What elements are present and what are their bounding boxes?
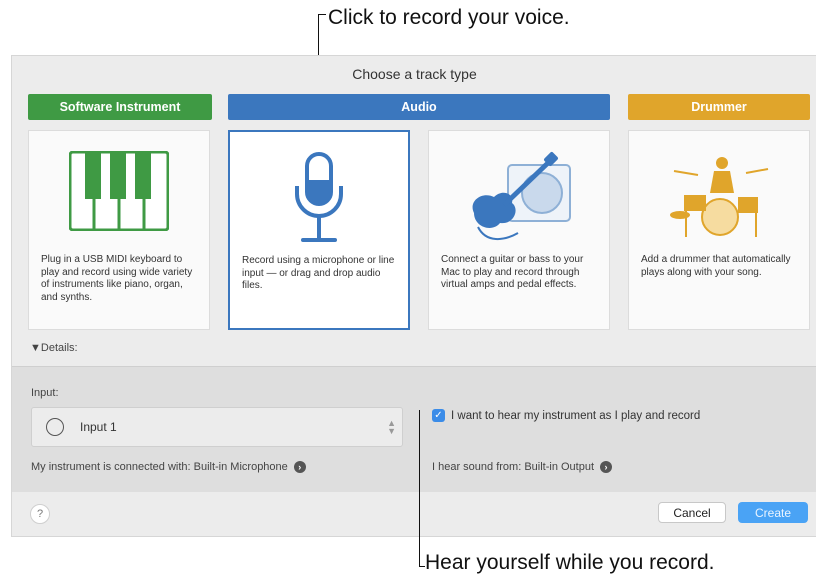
- card-description: Connect a guitar or bass to your Mac to …: [441, 254, 584, 290]
- details-disclosure[interactable]: ▼Details:: [30, 342, 78, 354]
- card-description: Plug in a USB MIDI keyboard to play and …: [41, 254, 193, 303]
- guitar-icon: [429, 151, 609, 251]
- callout-bottom-leader: [419, 410, 420, 566]
- input-label: Input:: [31, 387, 59, 399]
- hear-sound-row: I hear sound from: Built-in Output ›: [432, 461, 613, 473]
- category-software-instrument[interactable]: Software Instrument: [28, 94, 212, 120]
- callout-hear-yourself: Hear yourself while you record.: [425, 551, 715, 574]
- connected-with-row: My instrument is connected with: Built-i…: [31, 461, 306, 473]
- dialog-footer: ? Cancel Create: [12, 491, 816, 536]
- callout-record-voice: Click to record your voice.: [328, 6, 570, 29]
- help-button[interactable]: ?: [30, 504, 50, 524]
- new-track-dialog: Choose a track type Software Instrument …: [11, 55, 816, 537]
- hear-sound-text: I hear sound from: Built-in Output: [432, 461, 595, 473]
- category-drummer[interactable]: Drummer: [628, 94, 810, 120]
- piano-keyboard-icon: [29, 151, 209, 251]
- microphone-icon: [230, 152, 408, 252]
- card-microphone[interactable]: Record using a microphone or line input …: [228, 130, 410, 330]
- card-description: Record using a microphone or line input …: [242, 255, 395, 291]
- card-software-instrument[interactable]: Plug in a USB MIDI keyboard to play and …: [28, 130, 210, 330]
- card-drummer[interactable]: Add a drummer that automatically plays a…: [628, 130, 810, 330]
- arrow-right-icon[interactable]: ›: [293, 461, 306, 473]
- input-port-icon: [46, 418, 64, 436]
- callout-top-cap: [318, 14, 326, 15]
- input-value: Input 1: [80, 420, 117, 434]
- cancel-button[interactable]: Cancel: [658, 502, 726, 523]
- drum-kit-icon: [629, 151, 809, 251]
- monitor-checkbox-row[interactable]: ✓ I want to hear my instrument as I play…: [432, 409, 700, 422]
- input-select[interactable]: Input 1 ▲ ▼: [31, 407, 403, 447]
- select-arrows-icon: ▲ ▼: [387, 418, 396, 436]
- card-description: Add a drummer that automatically plays a…: [641, 254, 791, 278]
- card-guitar[interactable]: Connect a guitar or bass to your Mac to …: [428, 130, 610, 330]
- monitor-checkbox-label: I want to hear my instrument as I play a…: [451, 409, 701, 422]
- dialog-title: Choose a track type: [352, 66, 477, 82]
- monitor-checkbox[interactable]: ✓: [432, 409, 445, 422]
- category-audio[interactable]: Audio: [228, 94, 610, 120]
- create-button[interactable]: Create: [738, 502, 808, 523]
- arrow-right-icon[interactable]: ›: [600, 461, 613, 473]
- connected-with-text: My instrument is connected with: Built-i…: [31, 461, 288, 473]
- details-panel: Input: Input 1 ▲ ▼ My instrument is conne…: [12, 366, 816, 492]
